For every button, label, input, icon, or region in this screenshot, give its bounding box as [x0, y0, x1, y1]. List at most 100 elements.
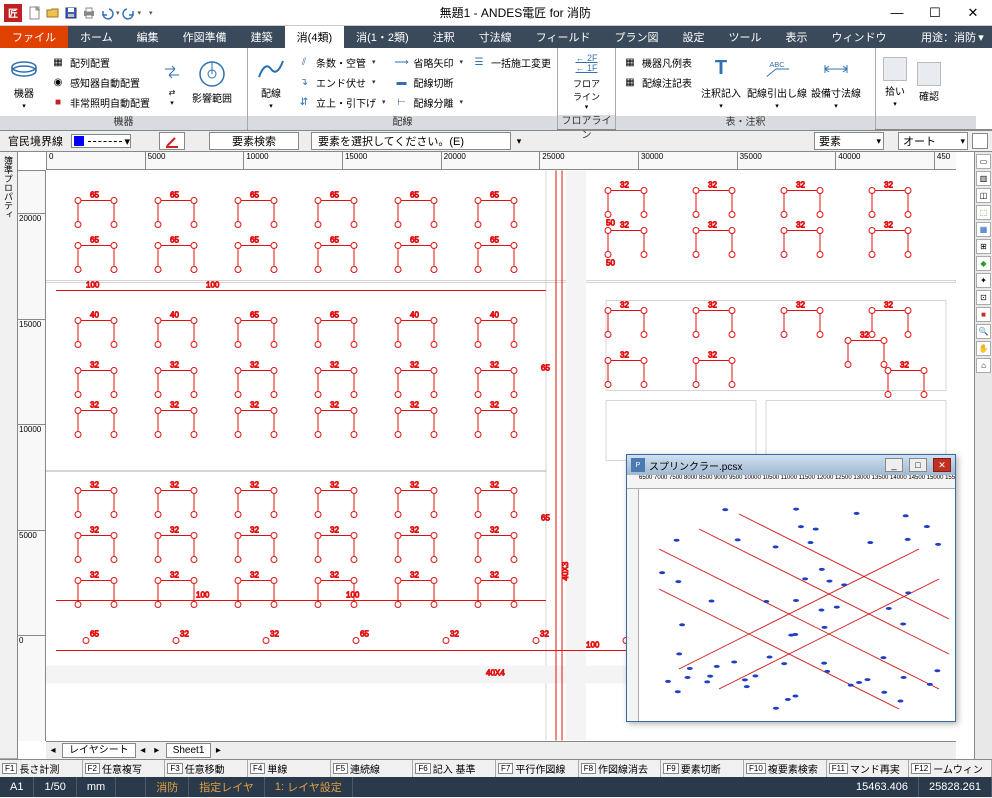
minimize-button[interactable]: ―: [878, 0, 916, 26]
fk-f2[interactable]: F2任意複写: [83, 760, 166, 777]
swap-button[interactable]: ⇄ ▾: [154, 50, 190, 114]
fk-f4[interactable]: F4単線: [248, 760, 331, 777]
wiring-note-button[interactable]: ▦配線注記表: [618, 72, 696, 92]
fk-f3[interactable]: F3任意移動: [165, 760, 248, 777]
sheet-add[interactable]: ▸: [211, 745, 225, 756]
fk-f11[interactable]: F11マンド再実: [827, 760, 910, 777]
omit-arrow-button[interactable]: ⟶省略矢印▾: [389, 52, 467, 72]
linestyle-selector[interactable]: ▾: [71, 134, 131, 148]
tool-10[interactable]: ■: [976, 307, 991, 322]
note-input-button[interactable]: T 注釈記入▾: [696, 50, 746, 114]
layer-sheet-tab[interactable]: レイヤシート: [62, 743, 136, 758]
tool-pan[interactable]: ✋: [976, 341, 991, 356]
qa-redo-icon[interactable]: [121, 5, 137, 21]
fk-f6[interactable]: F6記入 基準: [413, 760, 496, 777]
sheet-nav-prev[interactable]: ◂: [136, 745, 150, 756]
coverage-button[interactable]: 影響範囲: [190, 50, 234, 114]
wire-split-button[interactable]: ⊢配線分離▾: [389, 92, 467, 112]
array-place-button[interactable]: ▦配列配置: [46, 52, 154, 72]
tab-drawprep[interactable]: 作図準備: [171, 26, 239, 48]
batch-change-button[interactable]: ☰一括施工変更: [467, 52, 555, 72]
preview-canvas[interactable]: [639, 489, 955, 721]
tool-2[interactable]: ▥: [976, 171, 991, 186]
preview-close-button[interactable]: ✕: [933, 458, 951, 472]
ruler-vertical: 05000 1000015000 20000: [18, 170, 46, 741]
fk-f7[interactable]: F7平行作図線: [496, 760, 579, 777]
tab-settings[interactable]: 設定: [670, 26, 716, 48]
confirm-button[interactable]: 確認: [912, 50, 946, 114]
qa-print-icon[interactable]: [81, 5, 97, 21]
element-search-button[interactable]: 要素検索: [209, 132, 299, 150]
pen-color-button[interactable]: [159, 132, 185, 150]
svg-text:65: 65: [330, 311, 339, 320]
tab-home[interactable]: ホーム: [68, 26, 125, 48]
sheet1-tab[interactable]: Sheet1: [166, 743, 212, 758]
tab-tools[interactable]: ツール: [716, 26, 773, 48]
sheet-nav-first[interactable]: ◂: [46, 745, 60, 756]
close-button[interactable]: ✕: [954, 0, 992, 26]
select-mode-dropdown[interactable]: 要素: [814, 132, 884, 150]
wiring-button[interactable]: 配線 ▾: [250, 50, 292, 114]
maximize-button[interactable]: ☐: [916, 0, 954, 26]
tool-4[interactable]: ⬚: [976, 205, 991, 220]
status-mode[interactable]: 消防: [146, 777, 189, 797]
qa-undo-icon[interactable]: [99, 5, 115, 21]
tab-annotation[interactable]: 注釈: [421, 26, 467, 48]
tab-file[interactable]: ファイル: [0, 26, 68, 48]
detector-auto-button[interactable]: ◉感知器自動配置: [46, 72, 154, 92]
device-button[interactable]: 機器 ▾: [2, 50, 46, 114]
wire-cut-button[interactable]: ▬配線切断: [389, 72, 467, 92]
qa-new-icon[interactable]: [27, 5, 43, 21]
status-scale[interactable]: 1/50: [34, 777, 76, 797]
tab-edit[interactable]: 編集: [125, 26, 171, 48]
status-unit[interactable]: mm: [77, 777, 116, 797]
fk-f9[interactable]: F9要素切断: [661, 760, 744, 777]
tab-view[interactable]: 表示: [773, 26, 819, 48]
floor-1f-button[interactable]: ← 1F: [575, 63, 597, 73]
snap-mode-dropdown[interactable]: オート: [898, 132, 968, 150]
fk-f10[interactable]: F10複要素検索: [744, 760, 827, 777]
sheet-nav-next[interactable]: ▸: [150, 745, 164, 756]
status-paper[interactable]: A1: [0, 777, 34, 797]
wire-leader-button[interactable]: ABC 配線引出し線▾: [746, 50, 808, 114]
tool-3[interactable]: ◫: [976, 188, 991, 203]
tool-7[interactable]: ◆: [976, 256, 991, 271]
fk-f8[interactable]: F8作図線消去: [579, 760, 662, 777]
tool-1[interactable]: ▭: [976, 154, 991, 169]
floor-2f-button[interactable]: ← 2F: [575, 53, 597, 63]
tab-window[interactable]: ウィンドウ: [819, 26, 898, 48]
preview-max-button[interactable]: □: [909, 458, 927, 472]
tool-6[interactable]: ⊞: [976, 239, 991, 254]
fk-f12[interactable]: F12ームウィン: [909, 760, 992, 777]
tab-building[interactable]: 建築: [239, 26, 285, 48]
tool-5[interactable]: ▦: [976, 222, 991, 237]
svg-text:65: 65: [410, 236, 419, 245]
tool-9[interactable]: ⊡: [976, 290, 991, 305]
pickup-button[interactable]: 拾い▾: [878, 50, 912, 114]
tool-home[interactable]: ⌂: [976, 358, 991, 373]
tab-field[interactable]: フィールド: [524, 26, 603, 48]
usage-selector[interactable]: 用途： 消防 ▾: [915, 26, 992, 48]
status-layer-mode[interactable]: 指定レイヤ: [189, 777, 265, 797]
cond-count-button[interactable]: ⫽条数・空管▾: [292, 52, 390, 72]
tab-plan[interactable]: プラン図: [602, 26, 670, 48]
equip-dim-button[interactable]: 設備寸法線▾: [808, 50, 864, 114]
fk-f1[interactable]: F1長さ計測: [0, 760, 83, 777]
snap-option-button[interactable]: [972, 133, 988, 149]
end-down-button[interactable]: ↴エンド伏せ▾: [292, 72, 390, 92]
emerg-light-auto-button[interactable]: ■非常照明自動配置: [46, 92, 154, 112]
tool-8[interactable]: ✦: [976, 273, 991, 288]
legend-table-button[interactable]: ▦機器凡例表: [618, 52, 696, 72]
preview-min-button[interactable]: _: [885, 458, 903, 472]
rise-drop-button[interactable]: ⇵立上・引下げ▾: [292, 92, 390, 112]
tab-fire4[interactable]: 消(4類): [285, 26, 344, 48]
left-tab-1[interactable]: 簿準プロパティ: [0, 152, 17, 759]
status-layer-num[interactable]: 1: レイヤ設定: [265, 777, 353, 797]
tool-zoom[interactable]: 🔍: [976, 324, 991, 339]
fk-f5[interactable]: F5連続線: [331, 760, 414, 777]
tab-dimension[interactable]: 寸法線: [467, 26, 524, 48]
preview-window[interactable]: P スプリンクラー.pcsx _ □ ✕ 6500 7000 7500 8000…: [626, 454, 956, 722]
tab-fire12[interactable]: 消(1・2類): [344, 26, 421, 48]
qa-open-icon[interactable]: [45, 5, 61, 21]
qa-save-icon[interactable]: [63, 5, 79, 21]
